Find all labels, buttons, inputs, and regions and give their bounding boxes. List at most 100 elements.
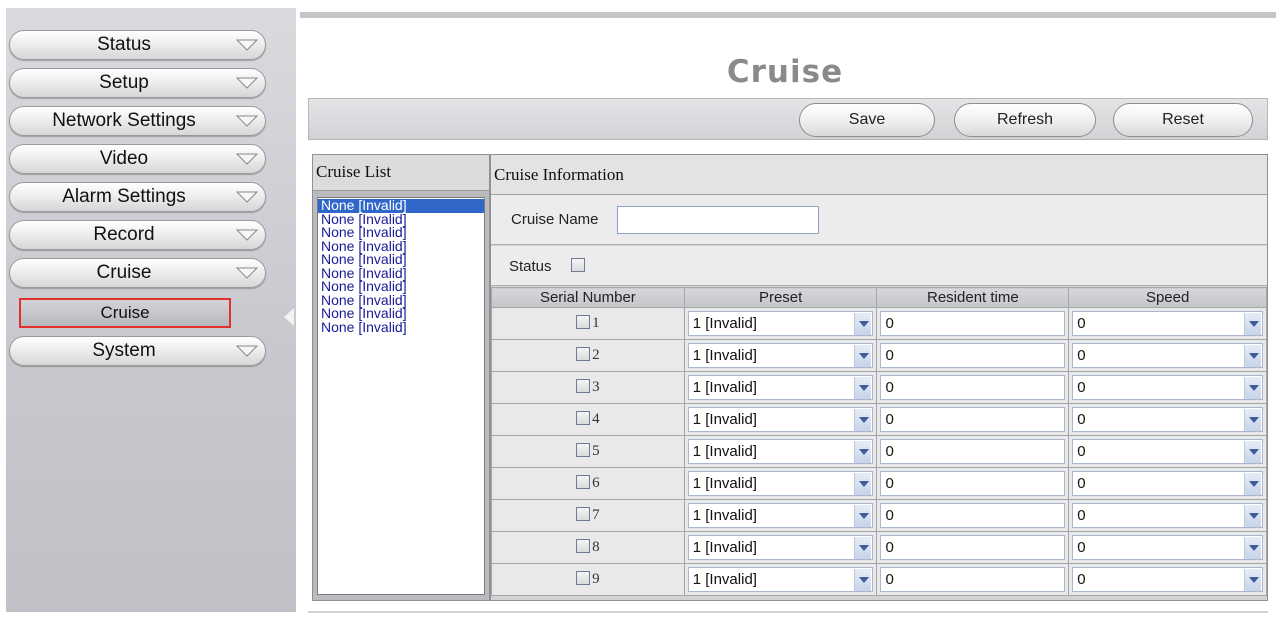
preset-select[interactable]: 1 [Invalid] xyxy=(687,471,874,496)
preset-value: 1 [Invalid] xyxy=(692,379,757,396)
chevron-down-icon[interactable] xyxy=(1244,409,1261,431)
serial-number: 3 xyxy=(592,379,600,395)
sidebar-item-system[interactable]: System xyxy=(9,336,266,366)
resident-time-input[interactable]: 0 xyxy=(880,311,1066,336)
sidebar-item-alarm-settings[interactable]: Alarm Settings xyxy=(9,182,266,212)
row-checkbox[interactable] xyxy=(576,507,591,521)
chevron-down-icon[interactable] xyxy=(1244,377,1261,399)
preset-select[interactable]: 1 [Invalid] xyxy=(687,343,874,368)
preset-value: 1 [Invalid] xyxy=(692,475,757,492)
chevron-down-icon[interactable] xyxy=(1244,441,1261,463)
chevron-down-icon[interactable] xyxy=(854,569,872,591)
speed-value: 0 xyxy=(1077,411,1086,428)
chevron-down-icon[interactable] xyxy=(1244,569,1261,591)
status-checkbox[interactable] xyxy=(571,258,585,272)
row-checkbox[interactable] xyxy=(576,571,591,585)
preset-cell: 1 [Invalid] xyxy=(683,467,878,500)
save-button[interactable]: Save xyxy=(799,103,935,137)
speed-select[interactable]: 0 xyxy=(1072,535,1263,560)
sidebar-item-status[interactable]: Status xyxy=(9,30,266,60)
resident-time-input[interactable]: 0 xyxy=(880,471,1066,496)
row-checkbox[interactable] xyxy=(576,315,591,329)
preset-select[interactable]: 1 [Invalid] xyxy=(687,567,874,592)
speed-select[interactable]: 0 xyxy=(1072,343,1263,368)
serial-cell: 8 xyxy=(491,531,685,564)
sidebar-subitem-cruise[interactable]: Cruise xyxy=(19,298,231,328)
sidebar-item-setup[interactable]: Setup xyxy=(9,68,266,98)
serial-number: 6 xyxy=(592,475,600,491)
resident-time-input[interactable]: 0 xyxy=(880,503,1066,528)
chevron-down-icon[interactable] xyxy=(854,377,872,399)
serial-cell: 7 xyxy=(491,499,685,532)
preset-select[interactable]: 1 [Invalid] xyxy=(687,311,874,336)
preset-select[interactable]: 1 [Invalid] xyxy=(687,407,874,432)
speed-value: 0 xyxy=(1077,507,1086,524)
speed-select[interactable]: 0 xyxy=(1072,567,1263,592)
chevron-down-icon[interactable] xyxy=(854,505,872,527)
sidebar-item-record[interactable]: Record xyxy=(9,220,266,250)
column-header: Speed xyxy=(1068,287,1267,308)
chevron-down-icon xyxy=(236,191,258,203)
chevron-down-icon xyxy=(236,229,258,241)
chevron-down-icon[interactable] xyxy=(1244,537,1261,559)
row-checkbox[interactable] xyxy=(576,539,591,553)
row-checkbox[interactable] xyxy=(576,443,591,457)
row-checkbox[interactable] xyxy=(576,475,591,489)
speed-select[interactable]: 0 xyxy=(1072,375,1263,400)
sidebar-item-label: System xyxy=(92,340,156,361)
serial-number: 4 xyxy=(592,411,600,427)
main-content: Cruise Save Refresh Reset Cruise List No… xyxy=(300,12,1276,616)
resident-time-input[interactable]: 0 xyxy=(880,343,1066,368)
resident-time-input[interactable]: 0 xyxy=(880,407,1066,432)
preset-value: 1 [Invalid] xyxy=(692,315,757,332)
preset-select[interactable]: 1 [Invalid] xyxy=(687,503,874,528)
table-row: 4 1 [Invalid] 0 0 xyxy=(491,403,1267,436)
preset-select[interactable]: 1 [Invalid] xyxy=(687,375,874,400)
chevron-down-icon[interactable] xyxy=(1244,473,1261,495)
speed-value: 0 xyxy=(1077,315,1086,332)
preset-select[interactable]: 1 [Invalid] xyxy=(687,439,874,464)
sidebar-nav: Status Setup Network Settings Video Alar… xyxy=(6,8,296,612)
speed-select[interactable]: 0 xyxy=(1072,311,1263,336)
chevron-down-icon[interactable] xyxy=(854,313,872,335)
cruise-name-input[interactable] xyxy=(617,206,819,234)
collapse-sidebar-icon[interactable] xyxy=(284,308,294,326)
preset-value: 1 [Invalid] xyxy=(692,539,757,556)
chevron-down-icon[interactable] xyxy=(854,537,872,559)
row-checkbox[interactable] xyxy=(576,379,591,393)
row-checkbox[interactable] xyxy=(576,411,591,425)
speed-select[interactable]: 0 xyxy=(1072,439,1263,464)
preset-select[interactable]: 1 [Invalid] xyxy=(687,535,874,560)
table-row: 9 1 [Invalid] 0 0 xyxy=(491,563,1267,596)
resident-time-input[interactable]: 0 xyxy=(880,535,1066,560)
chevron-down-icon xyxy=(236,115,258,127)
sidebar-item-video[interactable]: Video xyxy=(9,144,266,174)
cruise-list-header: Cruise List xyxy=(313,155,489,191)
reset-button[interactable]: Reset xyxy=(1113,103,1253,137)
chevron-down-icon[interactable] xyxy=(1244,313,1261,335)
speed-select[interactable]: 0 xyxy=(1072,407,1263,432)
cruise-list[interactable]: None [Invalid] None [Invalid] None [Inva… xyxy=(317,197,485,595)
chevron-down-icon[interactable] xyxy=(854,473,872,495)
resident-time-input[interactable]: 0 xyxy=(880,439,1066,464)
sidebar-item-label: Network Settings xyxy=(52,110,196,131)
chevron-down-icon[interactable] xyxy=(854,409,872,431)
chevron-down-icon[interactable] xyxy=(1244,345,1261,367)
chevron-down-icon[interactable] xyxy=(854,441,872,463)
row-checkbox[interactable] xyxy=(576,347,591,361)
resident-time-cell: 0 xyxy=(876,467,1070,500)
chevron-down-icon[interactable] xyxy=(854,345,872,367)
list-item[interactable]: None [Invalid] xyxy=(318,320,484,335)
speed-select[interactable]: 0 xyxy=(1072,503,1263,528)
table-row: 6 1 [Invalid] 0 0 xyxy=(491,467,1267,500)
speed-select[interactable]: 0 xyxy=(1072,471,1263,496)
chevron-down-icon[interactable] xyxy=(1244,505,1261,527)
page-title: Cruise xyxy=(726,54,844,90)
sidebar-item-network-settings[interactable]: Network Settings xyxy=(9,106,266,136)
serial-number: 9 xyxy=(592,571,600,587)
refresh-button[interactable]: Refresh xyxy=(954,103,1096,137)
resident-time-input[interactable]: 0 xyxy=(880,567,1066,592)
sidebar-item-cruise[interactable]: Cruise xyxy=(9,258,266,288)
cruise-name-row: Cruise Name xyxy=(491,195,1267,245)
resident-time-input[interactable]: 0 xyxy=(880,375,1066,400)
